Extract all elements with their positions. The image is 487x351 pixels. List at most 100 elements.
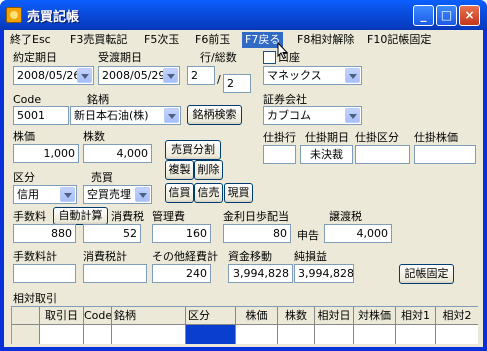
title-bar[interactable]: 売買記帳 _ □ × [0,0,487,30]
code-label: Code [13,93,42,106]
kabuka-label: 株価 [13,130,35,143]
ukewatashi-label: 受渡期日 [98,51,142,64]
baibai-label: 売買 [91,171,113,184]
grid-header-taikabuka[interactable]: 対株価 [354,307,396,325]
grid-row-header[interactable] [12,325,40,344]
kanrihi-label: 管理費 [152,210,185,223]
dropdown-arrow-icon[interactable] [135,187,150,202]
sakujo-button[interactable]: 削除 [194,160,223,180]
shinkai-button[interactable]: 信買 [165,183,194,203]
menu-unlink[interactable]: F8相対解除 [294,32,357,48]
shikin-field: 3,994,828 [228,264,293,283]
kinri-label: 金利日歩配当 [223,210,289,223]
gyo-total-field[interactable]: 2 [223,74,251,93]
grid-title: 相対取引 [13,292,57,305]
grid-header-kabuka[interactable]: 株価 [236,307,278,325]
bunkatsu-button[interactable]: 売買分割 [165,140,221,160]
maximize-button[interactable]: □ [436,5,457,26]
tesuryokei-field [13,264,76,283]
mouse-pointer-icon [277,42,289,60]
menu-next[interactable]: F5次玉 [141,32,182,48]
meigara-select[interactable]: 新日本石油(株) [70,106,181,125]
shikake-kubun-field [355,145,410,164]
dropdown-arrow-icon[interactable] [164,108,179,123]
code-field[interactable]: 5001 [13,106,69,125]
dropdown-arrow-icon[interactable] [345,68,360,83]
minimize-button[interactable]: _ [413,5,434,26]
grid-cell[interactable] [278,325,315,344]
yakutei-date-value: 2008/05/26 [17,69,81,82]
tesuryo-label: 手数料 [13,210,46,223]
meigara-search-button[interactable]: 銘柄検索 [187,105,242,125]
shinbai-button[interactable]: 信売 [194,183,223,203]
grid-cell[interactable] [396,325,436,344]
fukusei-button[interactable]: 複製 [165,160,194,180]
grid-cell-selected[interactable] [186,325,236,344]
shikake-gyo-field [263,145,296,164]
joto-field[interactable]: 4,000 [324,224,392,243]
shikake-kijitsu-field: 未決裁 [300,145,353,164]
tesuryo-field[interactable]: 880 [13,224,76,243]
grid-header-torihikibi[interactable]: 取引日 [40,307,84,325]
grid-header-soutaibi[interactable]: 相対日 [315,307,354,325]
kubun-label: 区分 [13,171,35,184]
grid-header-soutai1[interactable]: 相対1 [396,307,436,325]
close-button[interactable]: × [459,5,480,26]
baibai-select[interactable]: 空買売埋 [83,185,152,204]
menu-bar: 終了Esc F3売買転記 F5次玉 F6前玉 F7戻る F8相対解除 F10記帳… [4,30,483,48]
junson-field: 3,994,828 [294,264,354,283]
grid-cell[interactable] [112,325,186,344]
menu-exit[interactable]: 終了Esc [7,32,54,48]
gyo-current-field[interactable]: 2 [187,66,215,85]
grid-header-code[interactable]: Code [84,307,112,325]
grid-cell[interactable] [236,325,278,344]
grid-cell[interactable] [354,325,396,344]
menu-prev[interactable]: F6前玉 [192,32,233,48]
sonota-field: 240 [152,264,211,283]
dropdown-arrow-icon[interactable] [77,68,92,83]
kanrihi-field[interactable]: 160 [152,224,211,243]
grid-header-corner [12,307,40,325]
dropdown-arrow-icon[interactable] [163,68,178,83]
meigara-value: 新日本石油(株) [74,109,149,122]
grid-header-kabusu[interactable]: 株数 [278,307,315,325]
shoken-value: カブコム [267,109,311,122]
kabusu-label: 株数 [83,130,105,143]
kubun-select[interactable]: 信用 [13,185,77,204]
koza-select[interactable]: マネックス [263,66,362,85]
meigara-label: 銘柄 [87,93,109,106]
shoken-select[interactable]: カブコム [263,106,362,125]
grid-cell[interactable] [436,325,478,344]
kabusu-field[interactable]: 4,000 [83,144,152,163]
koza-value: マネックス [267,69,322,82]
koza-checkbox[interactable] [263,51,276,64]
shohizei-label: 消費税 [111,210,144,223]
grid-cell[interactable] [84,325,112,344]
dropdown-arrow-icon[interactable] [345,108,360,123]
jidou-keisan-button[interactable]: 自動計算 [53,207,108,225]
shikin-label: 資金移動 [228,250,272,263]
grid-header-soutai2[interactable]: 相対2 [436,307,478,325]
shikake-kijitsu-label: 仕掛期日 [305,131,349,144]
menu-transfer[interactable]: F3売買転記 [67,32,130,48]
grid-cell[interactable] [40,325,84,344]
kicho-kotei-button[interactable]: 記帳固定 [399,264,454,284]
ukewatashi-date-select[interactable]: 2008/05/29 [98,66,180,85]
relative-trade-grid[interactable]: 取引日 Code 銘柄 区分 株価 株数 相対日 対株価 相対1 相対2 [11,306,478,344]
grid-cell[interactable] [315,325,354,344]
kabuka-field[interactable]: 1,000 [13,144,79,163]
grid-header-kubun[interactable]: 区分 [186,307,236,325]
genkai-button[interactable]: 現買 [224,183,253,203]
kinri-field[interactable]: 80 [223,224,291,243]
shikake-kabuka-field [414,145,476,164]
shohizei-field[interactable]: 52 [83,224,141,243]
grid-header-meigara[interactable]: 銘柄 [112,307,186,325]
client-area: 終了Esc F3売買転記 F5次玉 F6前玉 F7戻る F8相対解除 F10記帳… [4,30,483,347]
menu-fix[interactable]: F10記帳固定 [364,32,434,48]
ukewatashi-date-value: 2008/05/29 [102,69,166,82]
app-icon [6,7,22,23]
yakutei-date-select[interactable]: 2008/05/26 [13,66,94,85]
dropdown-arrow-icon[interactable] [60,187,75,202]
yakutei-label: 約定期日 [13,51,57,64]
shohizeikei-label: 消費税計 [83,250,127,263]
